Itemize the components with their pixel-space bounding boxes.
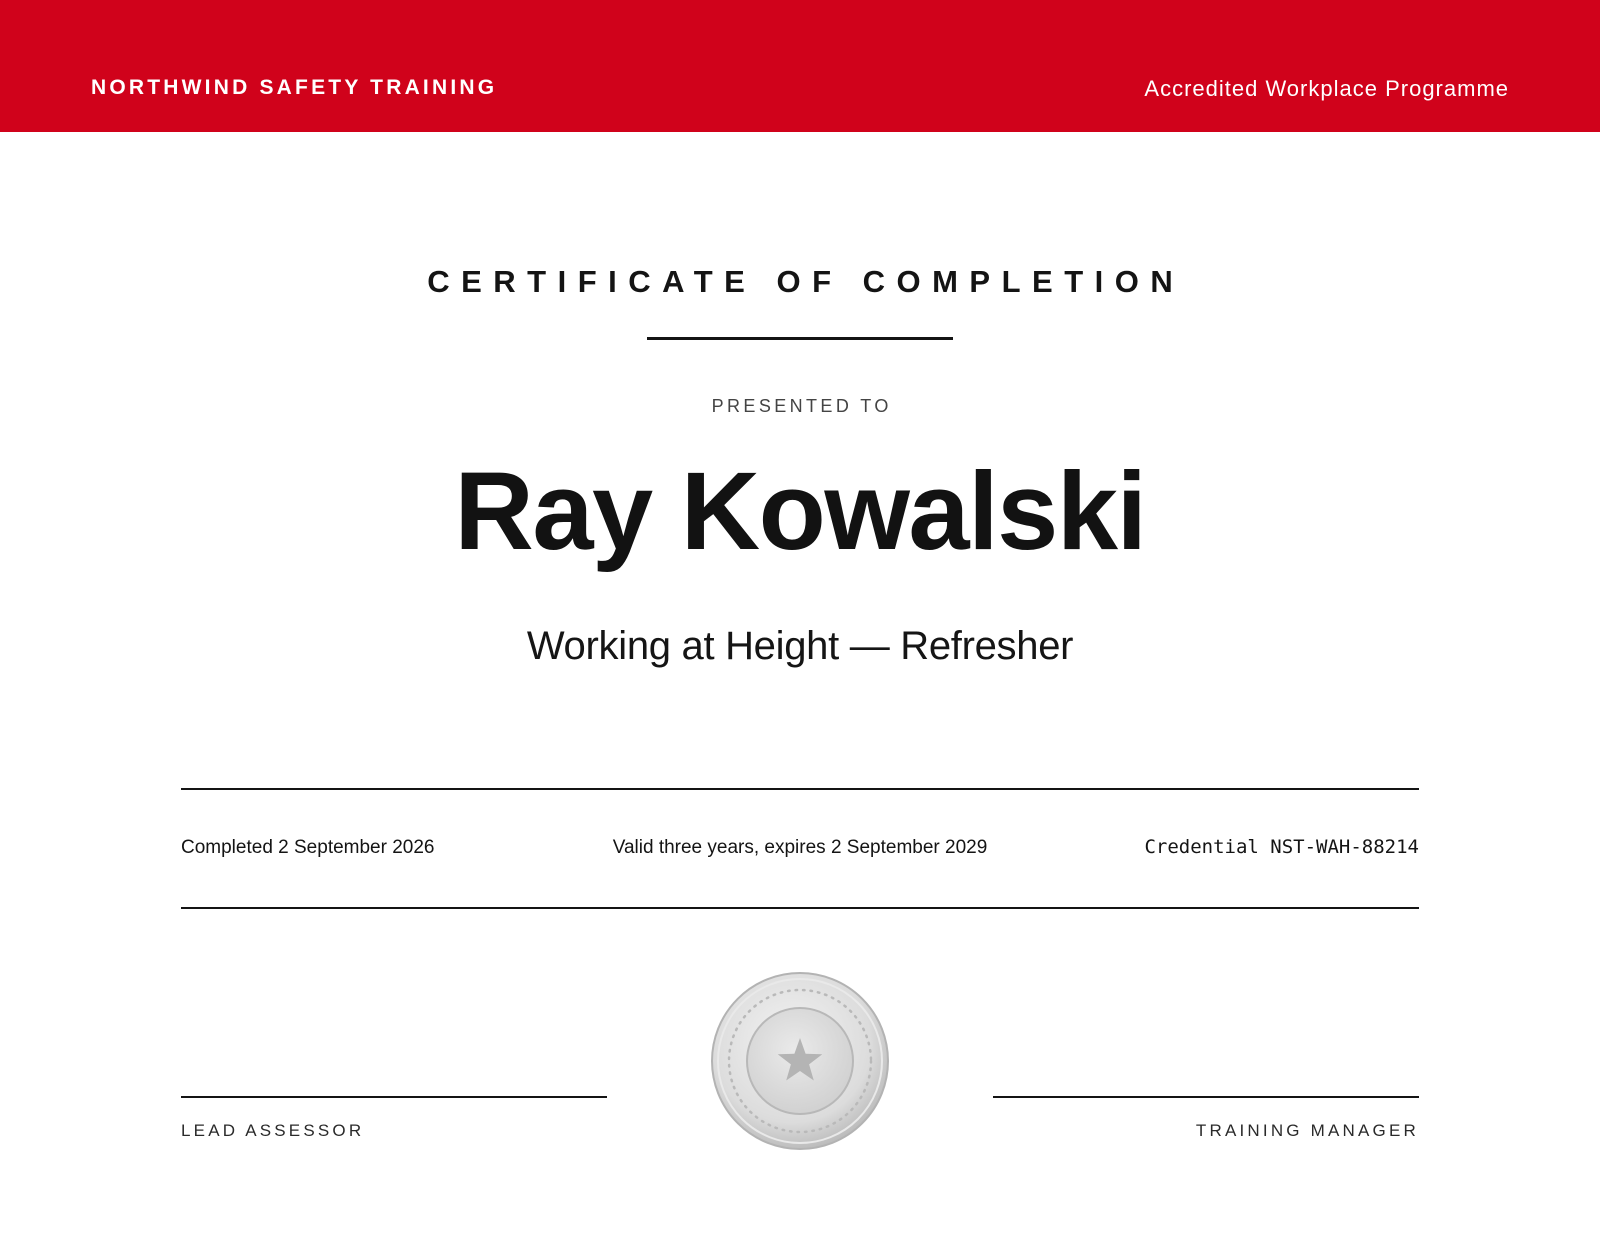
course-name: Working at Height — Refresher: [526, 624, 1074, 668]
presented-to-label: PRESENTED TO: [711, 396, 892, 416]
certificate-title: CERTIFICATE OF COMPLETION: [427, 264, 1185, 299]
recipient-name: Ray Kowalski: [454, 450, 1147, 573]
credential-id: Credential NST-WAH-88214: [1144, 836, 1419, 858]
seal-emblem: [711, 972, 889, 1150]
details-bottom-divider: [181, 907, 1419, 909]
lead-assessor-label: LEAD ASSESSOR: [181, 1121, 365, 1140]
training-manager-label: TRAINING MANAGER: [1195, 1121, 1419, 1140]
lead-assessor-signature-line: [181, 1096, 607, 1098]
programme-name: Accredited Workplace Programme: [1144, 76, 1509, 101]
header-banner: NORTHWIND SAFETY TRAINING Accredited Wor…: [0, 0, 1600, 132]
training-manager-signature-line: [993, 1096, 1419, 1098]
title-divider: [647, 337, 953, 340]
details-top-divider: [181, 788, 1419, 790]
organization-name: NORTHWIND SAFETY TRAINING: [91, 76, 498, 99]
